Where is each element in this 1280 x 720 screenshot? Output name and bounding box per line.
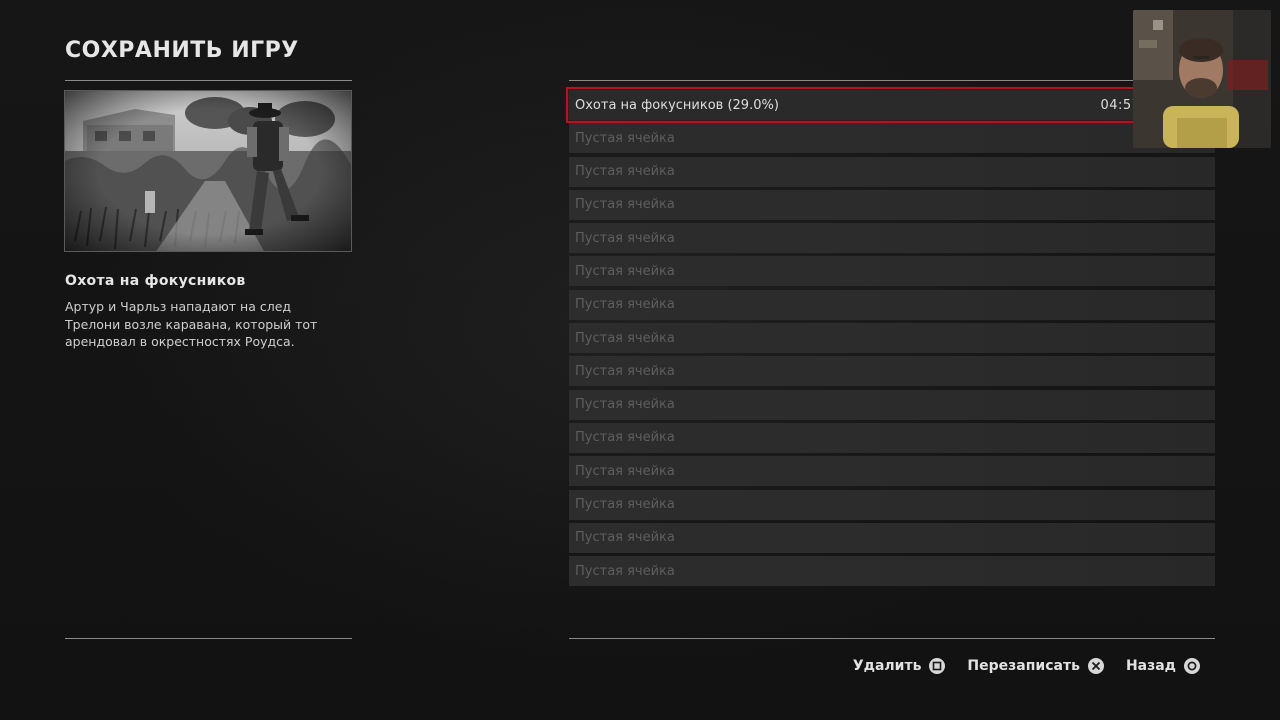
save-slot-label: Пустая ячейка — [575, 563, 675, 579]
save-slot-label: Пустая ячейка — [575, 230, 675, 246]
save-slot-label: Пустая ячейка — [575, 530, 675, 546]
save-game-screen: СОХРАНИТЬ ИГРУ Охота на фокусников Артур… — [0, 0, 1280, 720]
back-label: Назад — [1125, 658, 1176, 674]
save-slot-label: Пустая ячейка — [575, 497, 675, 513]
divider-bottom-right — [569, 638, 1215, 639]
save-slot-9[interactable]: Пустая ячейка — [569, 356, 1215, 387]
save-slot-label: Пустая ячейка — [575, 463, 675, 479]
cross-button-icon — [1087, 658, 1104, 674]
save-slot-13[interactable]: Пустая ячейка — [569, 489, 1215, 520]
save-slot-6[interactable]: Пустая ячейка — [569, 256, 1215, 287]
save-slot-label: Пустая ячейка — [575, 297, 675, 313]
save-slot-3[interactable]: Пустая ячейка — [569, 156, 1215, 187]
save-slot-7[interactable]: Пустая ячейка — [569, 289, 1215, 320]
mission-description: Артур и Чарльз нападают на след Трелони … — [65, 299, 318, 349]
overwrite-label: Перезаписать — [967, 658, 1080, 674]
save-slot-label: Пустая ячейка — [575, 130, 675, 146]
circle-button-icon — [1184, 658, 1200, 674]
divider-top-left — [65, 80, 352, 81]
button-hints-bar: Удалить Перезаписать Назад — [853, 658, 1200, 674]
save-slot-14[interactable]: Пустая ячейка — [569, 522, 1215, 553]
save-slot-8[interactable]: Пустая ячейка — [569, 323, 1215, 354]
save-slot-list: Охота на фокусников (29.0%) 04:57 26 07 … — [566, 87, 1218, 589]
square-button-icon — [929, 658, 946, 674]
save-slot-12[interactable]: Пустая ячейка — [569, 456, 1215, 487]
back-hint[interactable]: Назад — [1126, 658, 1200, 674]
save-slot-label: Пустая ячейка — [575, 430, 675, 446]
delete-label: Удалить — [852, 658, 922, 674]
save-slot-label: Пустая ячейка — [575, 263, 675, 279]
save-slot-1[interactable]: Охота на фокусников (29.0%) 04:57 26 07 … — [566, 87, 1218, 123]
save-slot-label: Пустая ячейка — [575, 363, 675, 379]
save-slot-2[interactable]: Пустая ячейка — [569, 123, 1215, 154]
save-slot-label: Пустая ячейка — [575, 330, 675, 346]
save-slot-15[interactable]: Пустая ячейка — [569, 556, 1215, 587]
save-slot-label: Пустая ячейка — [575, 197, 675, 213]
delete-hint[interactable]: Удалить — [853, 658, 946, 674]
webcam-overlay — [1133, 10, 1271, 148]
mission-preview-image — [64, 90, 352, 252]
save-slot-10[interactable]: Пустая ячейка — [569, 389, 1215, 420]
divider-top-right — [569, 80, 1215, 81]
save-slot-label: Пустая ячейка — [575, 397, 675, 413]
save-slot-label: Пустая ячейка — [575, 164, 675, 180]
save-slot-5[interactable]: Пустая ячейка — [569, 223, 1215, 254]
save-slot-11[interactable]: Пустая ячейка — [569, 422, 1215, 453]
save-slot-label: Охота на фокусников (29.0%) — [575, 97, 779, 113]
mission-title: Охота на фокусников — [65, 273, 246, 289]
divider-bottom-left — [65, 638, 352, 639]
save-slot-4[interactable]: Пустая ячейка — [569, 189, 1215, 220]
overwrite-hint[interactable]: Перезаписать — [967, 658, 1104, 674]
page-title: СОХРАНИТЬ ИГРУ — [65, 38, 299, 63]
